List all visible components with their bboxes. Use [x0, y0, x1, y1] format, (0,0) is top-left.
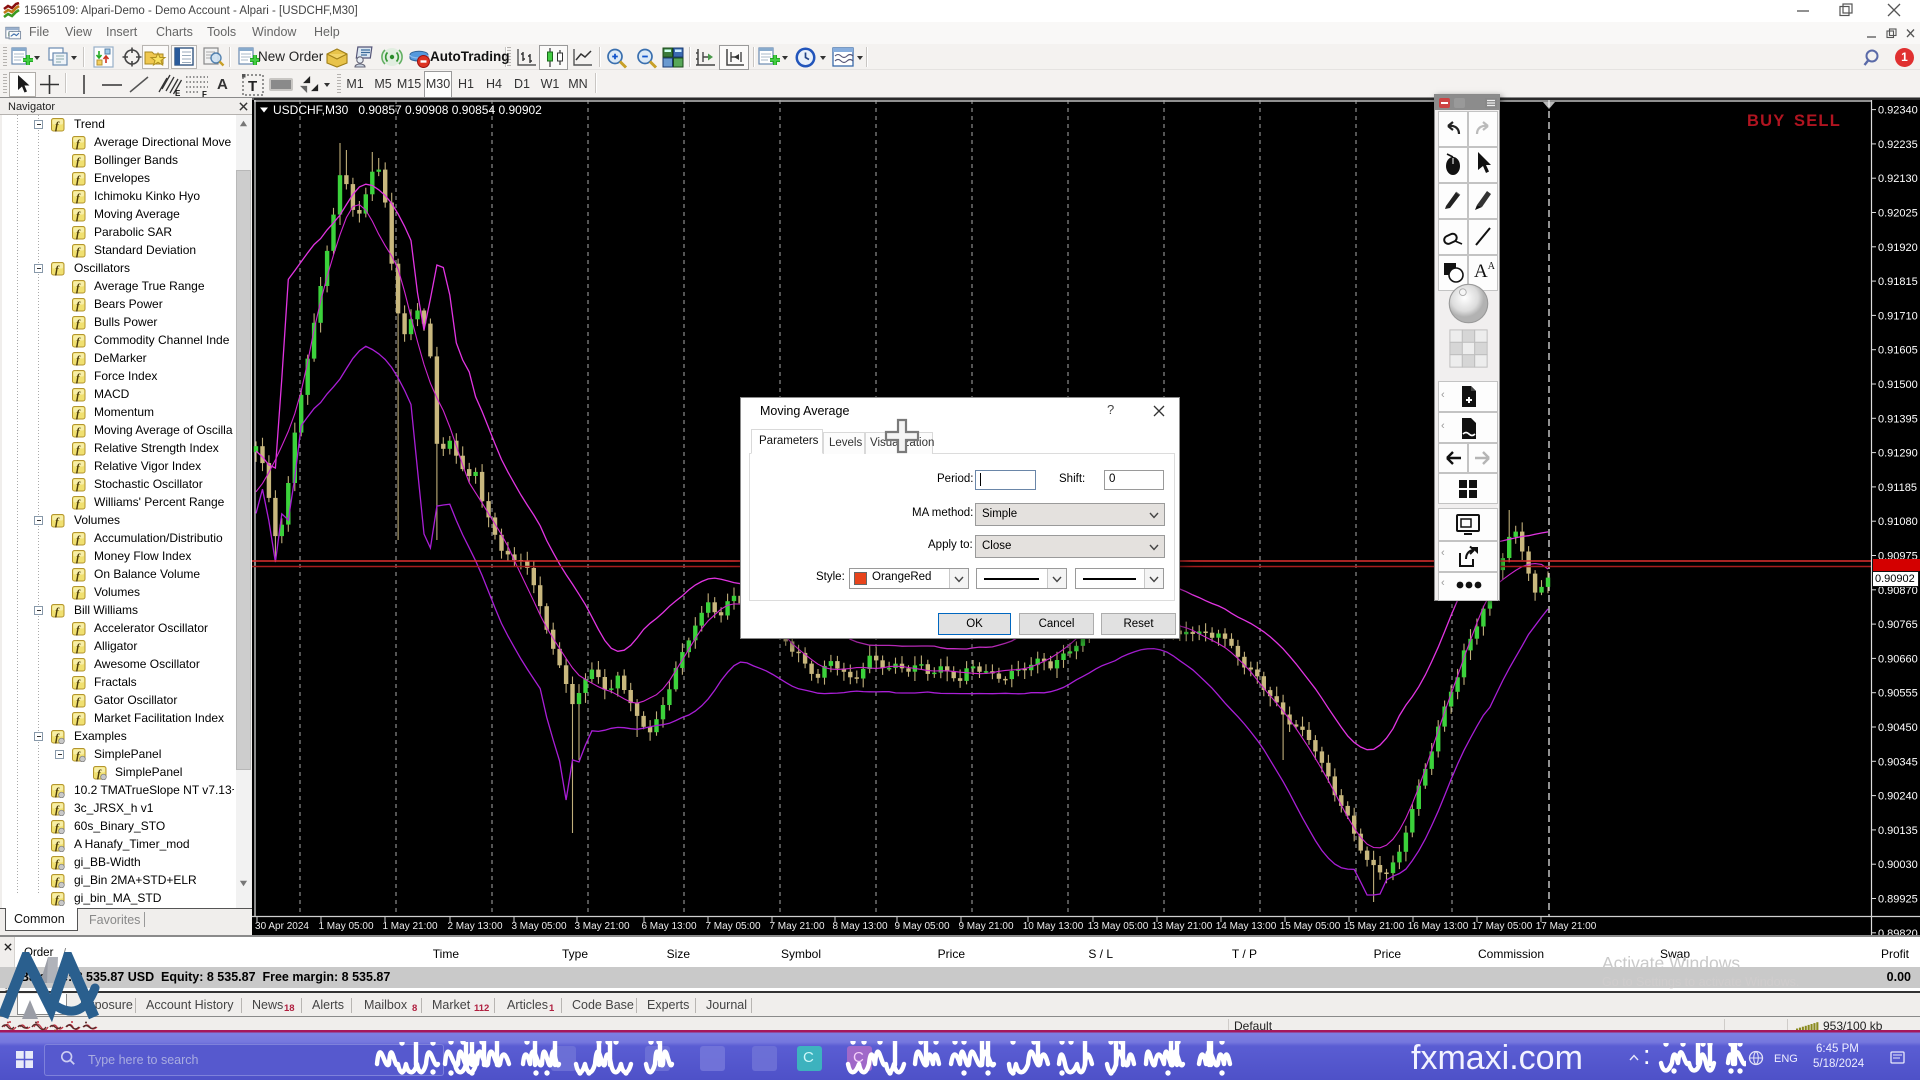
svg-text:0.92130: 0.92130 [1878, 173, 1918, 185]
svg-text:1 May 05:00: 1 May 05:00 [318, 921, 373, 932]
svg-text:0.92025: 0.92025 [1878, 208, 1918, 220]
svg-text:T: T [248, 78, 257, 95]
svg-text:0.90345: 0.90345 [1878, 756, 1918, 768]
svg-text:0.91500: 0.91500 [1878, 379, 1918, 391]
svg-text:0.91395: 0.91395 [1878, 413, 1918, 425]
svg-text:7 May 21:00: 7 May 21:00 [769, 921, 824, 932]
svg-text:6 May 13:00: 6 May 13:00 [641, 921, 696, 932]
svg-text:13 May 21:00: 13 May 21:00 [1152, 921, 1213, 932]
svg-text:F: F [202, 90, 207, 97]
svg-text:0.89820: 0.89820 [1878, 928, 1918, 935]
svg-text:BUY: BUY [1747, 112, 1785, 130]
svg-text:0.91290: 0.91290 [1878, 448, 1918, 460]
svg-text:14 May 13:00: 14 May 13:00 [1216, 921, 1277, 932]
svg-text:3 May 05:00: 3 May 05:00 [511, 921, 566, 932]
svg-text:0.90902: 0.90902 [1875, 573, 1915, 585]
svg-text:0.90660: 0.90660 [1878, 653, 1918, 665]
svg-text:USDCHF,M30 0.90857 0.90908 0: USDCHF,M30 0.90857 0.90908 0.90854 0.909… [273, 103, 542, 117]
svg-text:E: E [175, 89, 181, 97]
svg-text:0.91710: 0.91710 [1878, 310, 1918, 322]
svg-text:15 May 05:00: 15 May 05:00 [1280, 921, 1341, 932]
svg-text:9 May 21:00: 9 May 21:00 [958, 921, 1013, 932]
svg-text:0.92340: 0.92340 [1878, 105, 1918, 117]
svg-text:9 May 05:00: 9 May 05:00 [894, 921, 949, 932]
svg-text:0.90450: 0.90450 [1878, 722, 1918, 734]
svg-text:0.90240: 0.90240 [1878, 791, 1918, 803]
svg-text:0.91185: 0.91185 [1878, 482, 1917, 494]
svg-text:SELL: SELL [1794, 112, 1841, 130]
svg-text:0.90030: 0.90030 [1878, 859, 1918, 871]
svg-text:0.91815: 0.91815 [1878, 276, 1918, 288]
svg-text:10 May 13:00: 10 May 13:00 [1023, 921, 1084, 932]
svg-text:17 May 05:00: 17 May 05:00 [1472, 921, 1533, 932]
svg-text:13 May 05:00: 13 May 05:00 [1088, 921, 1149, 932]
svg-text:0.90135: 0.90135 [1878, 825, 1918, 837]
svg-text:7 May 05:00: 7 May 05:00 [705, 921, 760, 932]
svg-text:0.92235: 0.92235 [1878, 139, 1918, 151]
svg-text:2 May 13:00: 2 May 13:00 [447, 921, 502, 932]
svg-text:17 May 21:00: 17 May 21:00 [1536, 921, 1597, 932]
svg-text:0.91080: 0.91080 [1878, 516, 1918, 528]
svg-text:0.90555: 0.90555 [1878, 688, 1918, 700]
svg-text:0.91920: 0.91920 [1878, 242, 1918, 254]
svg-text:8 May 13:00: 8 May 13:00 [832, 921, 887, 932]
svg-text:1 May 21:00: 1 May 21:00 [382, 921, 437, 932]
svg-text:0.90765: 0.90765 [1878, 619, 1918, 631]
svg-text:0.89925: 0.89925 [1878, 894, 1918, 906]
svg-text:16 May 13:00: 16 May 13:00 [1408, 921, 1469, 932]
svg-text:0.91605: 0.91605 [1878, 345, 1918, 357]
svg-text:30 Apr 2024: 30 Apr 2024 [255, 921, 309, 932]
svg-text:15 May 21:00: 15 May 21:00 [1344, 921, 1405, 932]
svg-text:3 May 21:00: 3 May 21:00 [574, 921, 629, 932]
